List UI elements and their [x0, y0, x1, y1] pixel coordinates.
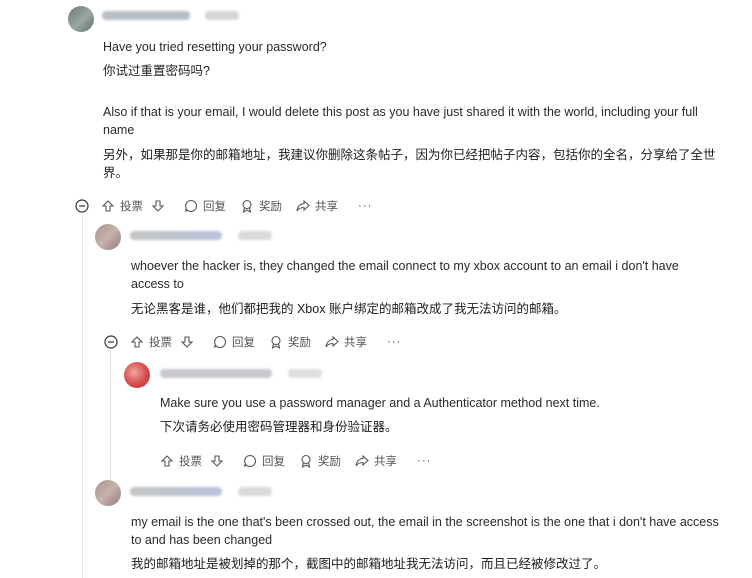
thread-line — [82, 215, 83, 578]
downvote-icon[interactable] — [210, 454, 224, 468]
reply-label: 回复 — [232, 337, 255, 349]
timestamp — [205, 11, 239, 20]
vote-group: 投票 — [101, 198, 170, 214]
comment-text-en: Have you tried resetting your password? — [103, 40, 327, 54]
share-icon — [355, 454, 369, 467]
comment-actions: 投票 回复 奖励 共享 ··· — [75, 196, 373, 216]
comment-text-zh: 无论黑客是谁，他们都把我的 Xbox 账户绑定的邮箱改成了我无法访问的邮箱。 — [131, 302, 567, 316]
collapse-icon[interactable] — [75, 199, 89, 213]
collapse-icon[interactable] — [104, 335, 118, 349]
vote-group: 投票 — [130, 334, 199, 350]
award-button[interactable]: 奖励 — [240, 198, 282, 214]
upvote-label[interactable]: 投票 — [149, 334, 172, 350]
award-icon — [242, 199, 252, 213]
more-options-button[interactable]: ··· — [417, 455, 432, 467]
comment-text-en: Also if that is your email, I would dele… — [103, 105, 698, 137]
award-button[interactable]: 奖励 — [269, 334, 311, 350]
vote-group: 投票 — [160, 453, 229, 469]
comment-text-zh: 你试过重置密码吗? — [103, 64, 210, 78]
avatar[interactable] — [68, 6, 94, 32]
award-button[interactable]: 奖励 — [299, 453, 341, 469]
comment-text-zh: 下次请务必使用密码管理器和身份验证器。 — [160, 420, 398, 434]
reply-label: 回复 — [262, 456, 285, 468]
reply-button[interactable]: 回复 — [243, 453, 285, 469]
upvote-icon[interactable] — [101, 199, 115, 213]
comment-actions: 投票 回复 奖励 共享 ··· — [160, 451, 432, 471]
comment-icon — [184, 199, 198, 212]
more-options-button[interactable]: ··· — [358, 200, 373, 212]
award-label: 奖励 — [318, 456, 341, 468]
reply-button[interactable]: 回复 — [184, 198, 226, 214]
upvote-label[interactable]: 投票 — [179, 453, 202, 469]
comment-text-en: whoever the hacker is, they changed the … — [131, 259, 679, 291]
award-icon — [301, 454, 311, 468]
avatar[interactable] — [124, 362, 150, 388]
share-label: 共享 — [344, 337, 367, 349]
username[interactable] — [102, 11, 190, 20]
avatar[interactable] — [95, 480, 121, 506]
upvote-icon[interactable] — [130, 335, 144, 349]
reply-label: 回复 — [203, 201, 226, 213]
share-icon — [325, 335, 339, 348]
upvote-label[interactable]: 投票 — [120, 198, 143, 214]
username[interactable] — [160, 369, 272, 378]
downvote-icon[interactable] — [180, 335, 194, 349]
timestamp — [238, 487, 272, 496]
comment-text-en: Make sure you use a password manager and… — [160, 396, 600, 410]
timestamp — [238, 231, 272, 240]
share-button[interactable]: 共享 — [325, 334, 367, 350]
username[interactable] — [130, 487, 222, 496]
comment-text-zh: 另外，如果那是你的邮箱地址，我建议你删除这条帖子，因为你已经把帖子内容，包括你的… — [103, 148, 716, 180]
share-label: 共享 — [315, 201, 338, 213]
comment-text-zh: 我的邮箱地址是被划掉的那个，截图中的邮箱地址我无法访问，而且已经被修改过了。 — [131, 557, 607, 571]
thread-line — [110, 350, 111, 480]
share-label: 共享 — [374, 456, 397, 468]
more-options-button[interactable]: ··· — [387, 336, 402, 348]
share-icon — [296, 199, 310, 212]
upvote-icon[interactable] — [160, 454, 174, 468]
comment-icon — [243, 454, 257, 467]
share-button[interactable]: 共享 — [355, 453, 397, 469]
comment-text-en: my email is the one that's been crossed … — [131, 515, 719, 547]
downvote-icon[interactable] — [151, 199, 165, 213]
timestamp — [288, 369, 322, 378]
award-label: 奖励 — [259, 201, 282, 213]
avatar[interactable] — [95, 224, 121, 250]
share-button[interactable]: 共享 — [296, 198, 338, 214]
award-icon — [271, 335, 281, 349]
username[interactable] — [130, 231, 222, 240]
award-label: 奖励 — [288, 337, 311, 349]
comment-icon — [213, 335, 227, 348]
reply-button[interactable]: 回复 — [213, 334, 255, 350]
comment-actions: 投票 回复 奖励 共享 ··· — [104, 332, 402, 352]
